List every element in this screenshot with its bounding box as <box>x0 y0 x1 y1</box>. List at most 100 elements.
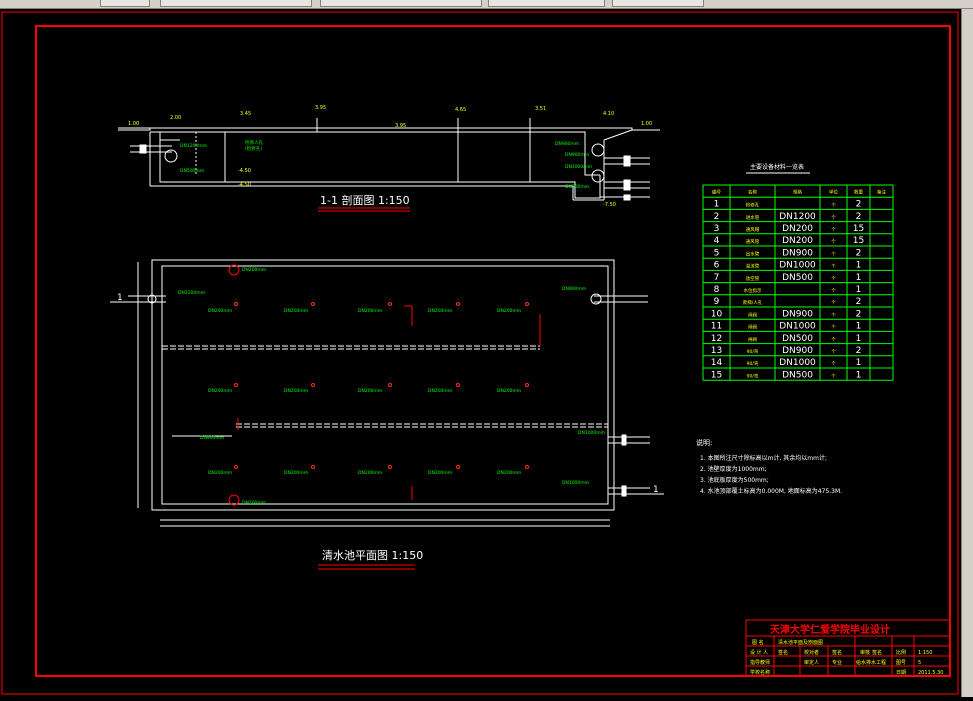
svg-text:DN200mm: DN200mm <box>428 388 452 394</box>
table-cell: DN1200 <box>779 212 816 222</box>
table-cell: DN200 <box>782 236 813 246</box>
table-cell: DN200 <box>782 224 813 234</box>
table-cell: 6 <box>714 261 720 271</box>
table-cell: 水位指示 <box>744 287 762 294</box>
svg-text:DN900mm: DN900mm <box>562 286 586 292</box>
table-cell: DN900 <box>782 248 813 258</box>
table-cell: 9 <box>714 297 720 307</box>
toolbar-combo-2[interactable] <box>160 0 312 7</box>
svg-text:2011.5.30: 2011.5.30 <box>918 670 943 676</box>
table-cell: 个 <box>831 276 836 282</box>
toolbar-combo-4[interactable] <box>488 0 605 7</box>
table-cell: DN1000 <box>779 322 816 332</box>
svg-text:检修人孔: 检修人孔 <box>245 139 263 146</box>
toolbar-combo-3[interactable] <box>320 0 482 7</box>
table-cell: 放空管 <box>746 275 760 282</box>
svg-text:清水池平面及剖面图: 清水池平面及剖面图 <box>778 639 823 646</box>
vertical-scrollbar[interactable] <box>961 9 973 697</box>
toolbar-combo-1[interactable] <box>100 0 150 7</box>
table-cell: 1 <box>856 334 862 344</box>
svg-text:1:150: 1:150 <box>918 650 932 656</box>
svg-text:3.95: 3.95 <box>395 123 406 129</box>
svg-text:DN200mm: DN200mm <box>284 470 308 476</box>
section-marker-left: 1 <box>117 293 123 303</box>
table-cell: 1 <box>856 273 862 283</box>
svg-text:比例: 比例 <box>896 649 906 656</box>
table-cell: 90/弯 <box>747 348 759 355</box>
table-cell: 个 <box>831 215 836 221</box>
vent-symbols <box>234 302 529 469</box>
outer-frame <box>1 11 959 695</box>
table-cell: DN1000 <box>779 358 816 368</box>
table-cell: 1 <box>856 358 862 368</box>
svg-text:2.00: 2.00 <box>170 115 181 121</box>
table-cell: 3 <box>714 224 720 234</box>
table-header-cell: 规格 <box>793 189 802 196</box>
svg-text:图 名: 图 名 <box>752 639 764 646</box>
cad-toolbar <box>0 0 973 9</box>
plan-title: 清水池平面图 1:150 <box>322 549 423 562</box>
table-cell: 90/弯 <box>747 372 759 379</box>
toolbar-combo-5[interactable] <box>612 0 704 7</box>
table-cell: 15 <box>853 236 864 246</box>
svg-text:图号: 图号 <box>896 660 906 666</box>
table-cell: 2 <box>856 297 862 307</box>
table-cell: 15 <box>711 370 722 380</box>
svg-text:DN200mm: DN200mm <box>497 308 521 314</box>
table-cell: DN500 <box>782 273 813 283</box>
table-cell: 个 <box>831 337 836 343</box>
table-cell: 1 <box>856 322 862 332</box>
svg-text:DN200mm: DN200mm <box>428 470 452 476</box>
svg-text:DN900mm: DN900mm <box>555 141 579 147</box>
svg-text:日期: 日期 <box>896 670 906 676</box>
svg-text:DN200mm: DN200mm <box>497 388 521 394</box>
table-cell: 15 <box>853 224 864 234</box>
svg-text:-4.50: -4.50 <box>238 182 251 188</box>
table-cell: 2 <box>856 309 862 319</box>
table-header-cell: 名称 <box>748 189 757 196</box>
svg-text:DN1200mm: DN1200mm <box>180 143 207 149</box>
svg-text:DN200mm: DN200mm <box>208 388 232 394</box>
svg-text:签名: 签名 <box>872 649 882 656</box>
table-cell: 进水管 <box>746 214 760 221</box>
table-cell: 溢流管 <box>746 263 760 270</box>
plan-markers: 1 1 <box>110 293 664 495</box>
table-cell: 个 <box>831 203 836 209</box>
table-header-cell: 单位 <box>829 189 838 196</box>
table-cell: 通风管 <box>746 238 760 245</box>
svg-text:学校名称: 学校名称 <box>750 669 770 676</box>
table-cell: 个 <box>831 264 836 270</box>
table-title: 主要设备材料一览表 <box>750 163 804 171</box>
table-cell: 8 <box>714 285 720 295</box>
notes-line: 1. 本图所注尺寸除标高以m计, 其余均以mm计; <box>700 454 827 462</box>
svg-text:(检修孔): (检修孔) <box>245 145 262 152</box>
table-cell: 个 <box>831 227 836 233</box>
svg-text:DN500mm: DN500mm <box>565 184 589 190</box>
table-cell: 个 <box>831 373 836 379</box>
notes-line: 2. 池壁厚度为1000mm; <box>700 465 767 473</box>
svg-text:3.45: 3.45 <box>240 111 251 117</box>
svg-text:5: 5 <box>918 660 921 666</box>
table-cell: 出水管 <box>746 250 760 257</box>
svg-text:-7.50: -7.50 <box>603 202 616 208</box>
svg-text:DN200mm: DN200mm <box>284 388 308 394</box>
svg-text:DN200mm: DN200mm <box>284 308 308 314</box>
table-cell: DN500 <box>782 334 813 344</box>
table-cell: 11 <box>711 322 722 332</box>
svg-text:DN200mm: DN200mm <box>242 500 266 506</box>
table-cell: 个 <box>831 349 836 355</box>
drawing-canvas[interactable]: 1.00 2.00 3.45 3.95 4.65 3.95 3.51 4.10 … <box>0 9 960 697</box>
table-cell: 个 <box>831 312 836 318</box>
svg-text:DN1000mm: DN1000mm <box>562 480 589 486</box>
table-cell: 2 <box>714 212 720 222</box>
svg-text:DN200mm: DN200mm <box>358 308 382 314</box>
svg-text:签名: 签名 <box>778 649 788 656</box>
table-cell: 1 <box>856 285 862 295</box>
svg-text:给水排水工程: 给水排水工程 <box>856 659 886 666</box>
section-title: 1-1 剖面图 1:150 <box>320 193 410 207</box>
svg-text:1.00: 1.00 <box>128 121 139 127</box>
title-block-school: 天津大学仁爱学院毕业设计 <box>770 623 890 636</box>
table-cell: 1 <box>714 200 720 210</box>
table-cell: 1 <box>856 370 862 380</box>
vent-row-2: DN200mm DN200mm DN200mm DN200mm DN200mm <box>208 388 521 394</box>
